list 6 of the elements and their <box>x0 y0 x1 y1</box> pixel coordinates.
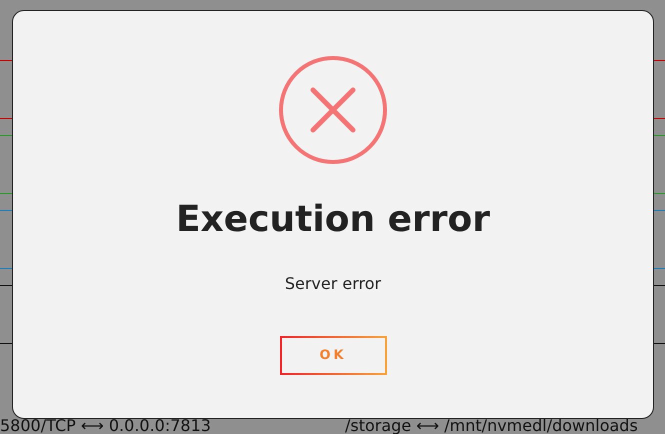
port-mapping: 5800/TCP ⟷ 0.0.0.0:7813 <box>0 418 212 434</box>
volume-mapping: /storage ⟷ /mnt/nvmedl/downloads <box>345 418 638 434</box>
ok-button[interactable]: OK <box>280 336 386 375</box>
error-icon <box>277 54 389 166</box>
dialog-message: Server error <box>284 274 382 294</box>
dialog-title: Execution error <box>176 198 490 242</box>
